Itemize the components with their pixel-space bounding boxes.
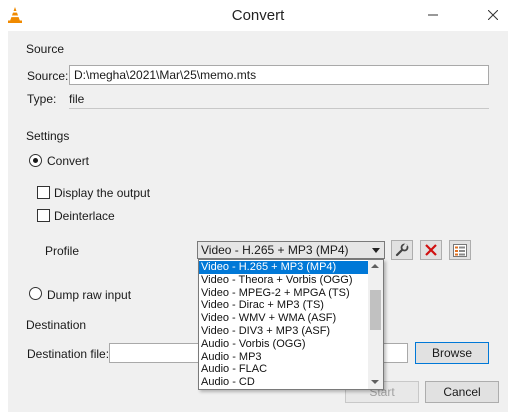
dump-raw-radio[interactable] [29, 287, 42, 300]
profile-option[interactable]: Video - WMV + WMA (ASF) [199, 312, 368, 325]
close-icon [488, 10, 498, 20]
delete-profile-button[interactable] [420, 240, 442, 260]
settings-group-label: Settings [26, 129, 70, 143]
dump-raw-label[interactable]: Dump raw input [47, 288, 131, 302]
title-bar: Convert [0, 0, 516, 31]
scroll-down-icon[interactable] [371, 380, 379, 384]
source-label: Source: [27, 69, 69, 83]
deinterlace-label[interactable]: Deinterlace [54, 209, 115, 223]
profile-list-icon [453, 243, 467, 257]
display-output-checkbox[interactable] [37, 186, 50, 199]
profile-option[interactable]: Video - H.265 + MP3 (MP4) [199, 261, 368, 274]
profile-option[interactable]: Audio - MP3 [199, 351, 368, 364]
convert-label[interactable]: Convert [47, 154, 89, 168]
profile-selected-value: Video - H.265 + MP3 (MP4) [201, 243, 349, 257]
wrench-icon [395, 243, 409, 257]
deinterlace-checkbox[interactable] [37, 209, 50, 222]
dropdown-scrollbar[interactable] [368, 260, 383, 389]
profile-label: Profile [45, 244, 80, 258]
profile-option[interactable]: Audio - Vorbis (OGG) [199, 338, 368, 351]
browse-button[interactable]: Browse [415, 342, 489, 364]
source-divider [69, 108, 489, 109]
minimize-icon [428, 14, 438, 16]
edit-profile-button[interactable] [391, 240, 413, 260]
profile-option[interactable]: Video - MPEG-2 + MPGA (TS) [199, 287, 368, 300]
destination-file-label: Destination file: [27, 347, 110, 361]
source-path-field[interactable]: D:\megha\2021\Mar\25\memo.mts [69, 65, 489, 85]
scrollbar-thumb[interactable] [370, 290, 381, 330]
close-button[interactable] [470, 0, 516, 30]
convert-radio[interactable] [29, 154, 42, 167]
type-label: Type: [27, 92, 57, 106]
source-group-label: Source [26, 42, 65, 56]
new-profile-button[interactable] [449, 240, 471, 260]
profile-dropdown-list[interactable]: Video - H.265 + MP3 (MP4) Video - Theora … [198, 259, 384, 390]
profile-combobox[interactable]: Video - H.265 + MP3 (MP4) [197, 241, 385, 259]
profile-option[interactable]: Audio - CD [199, 376, 368, 389]
chevron-down-icon [372, 248, 380, 253]
profile-option[interactable]: Video - Dirac + MP3 (TS) [199, 299, 368, 312]
profile-option[interactable]: Video - Theora + Vorbis (OGG) [199, 274, 368, 287]
scroll-up-icon[interactable] [371, 264, 379, 268]
display-output-label[interactable]: Display the output [54, 186, 150, 200]
minimize-button[interactable] [410, 0, 456, 30]
type-value: file [69, 92, 85, 106]
destination-group-label: Destination [26, 318, 87, 332]
delete-x-icon [425, 244, 437, 256]
profile-option[interactable]: Audio - FLAC [199, 363, 368, 376]
cancel-button[interactable]: Cancel [425, 381, 499, 403]
profile-option[interactable]: Video - DIV3 + MP3 (ASF) [199, 325, 368, 338]
